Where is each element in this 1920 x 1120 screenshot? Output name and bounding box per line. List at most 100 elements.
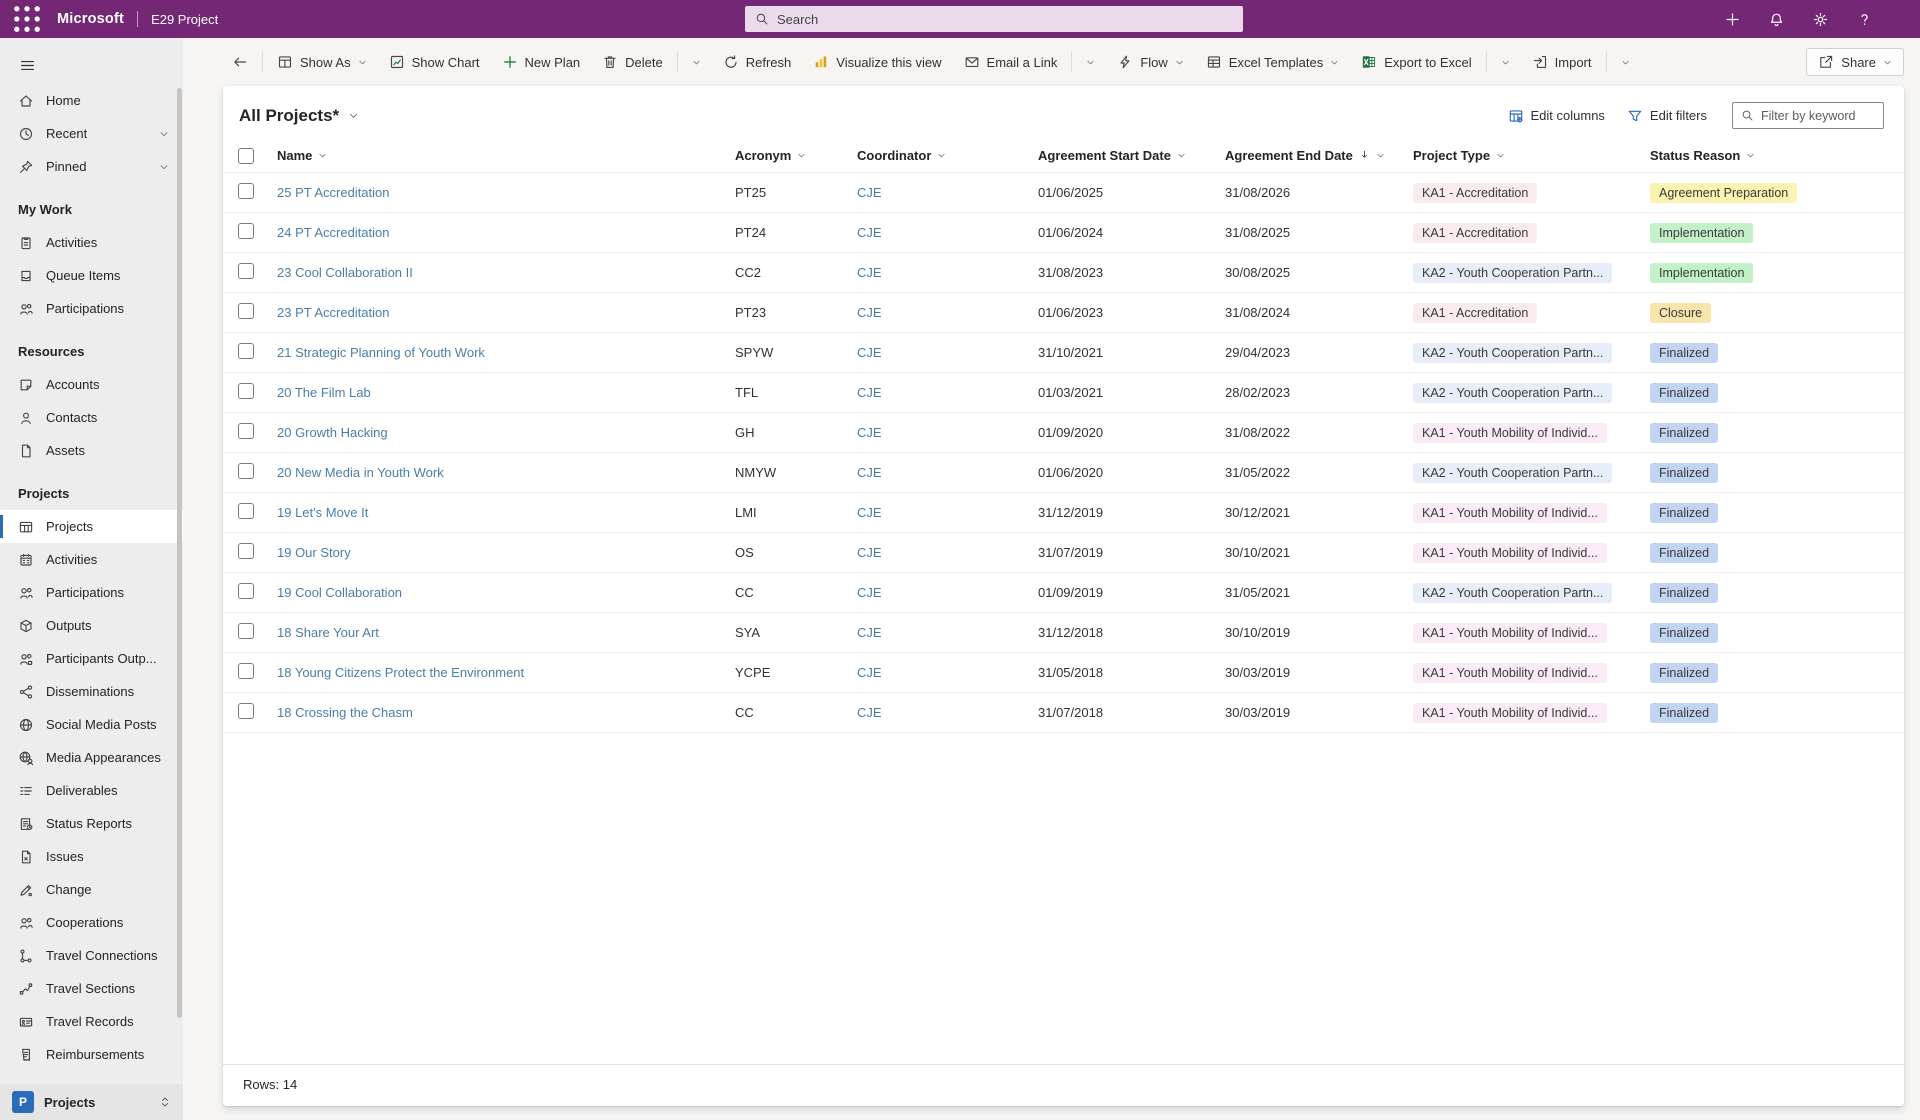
coordinator-link[interactable]: CJE <box>857 585 882 600</box>
toolbar-show-chart-button[interactable]: Show Chart <box>378 48 491 76</box>
sidebar-item-contacts[interactable]: Contacts <box>0 401 183 434</box>
table-row[interactable]: 19 Cool CollaborationCCCJE01/09/201931/0… <box>223 573 1904 613</box>
sidebar-item-assets[interactable]: Assets <box>0 434 183 467</box>
column-header-name[interactable]: Name <box>269 148 735 163</box>
coordinator-link[interactable]: CJE <box>857 425 882 440</box>
toolbar-overflow-button[interactable] <box>1610 52 1641 73</box>
sidebar-item-deliverables[interactable]: Deliverables <box>0 774 183 807</box>
select-all-checkbox[interactable] <box>238 148 254 164</box>
row-checkbox[interactable] <box>238 463 254 479</box>
coordinator-link[interactable]: CJE <box>857 345 882 360</box>
table-row[interactable]: 20 The Film LabTFLCJE01/03/202128/02/202… <box>223 373 1904 413</box>
project-name-link[interactable]: 21 Strategic Planning of Youth Work <box>277 345 485 360</box>
sidebar-item-outputs[interactable]: Outputs <box>0 609 183 642</box>
coordinator-link[interactable]: CJE <box>857 225 882 240</box>
sidebar-item-recent[interactable]: Recent <box>0 117 183 150</box>
sidebar-item-home[interactable]: Home <box>0 84 183 117</box>
toolbar-flow-button[interactable]: Flow <box>1106 48 1194 76</box>
coordinator-link[interactable]: CJE <box>857 545 882 560</box>
toolbar-new-plan-button[interactable]: New Plan <box>491 48 592 76</box>
project-name-link[interactable]: 19 Our Story <box>277 545 351 560</box>
coordinator-link[interactable]: CJE <box>857 625 882 640</box>
sidebar-item-status-reports[interactable]: Status Reports <box>0 807 183 840</box>
table-row[interactable]: 23 PT AccreditationPT23CJE01/06/202331/0… <box>223 293 1904 333</box>
row-checkbox[interactable] <box>238 423 254 439</box>
back-button[interactable] <box>223 48 257 76</box>
edit-columns-button[interactable]: Edit columns <box>1499 104 1614 128</box>
filter-by-keyword-input[interactable]: Filter by keyword <box>1732 102 1884 129</box>
table-row[interactable]: 18 Share Your ArtSYACJE31/12/201830/10/2… <box>223 613 1904 653</box>
project-name-link[interactable]: 20 The Film Lab <box>277 385 371 400</box>
app-name[interactable]: E29 Project <box>151 12 218 27</box>
toolbar-overflow-button[interactable] <box>1490 52 1521 73</box>
notifications-bell-icon[interactable] <box>1760 3 1792 35</box>
table-row[interactable]: 20 Growth HackingGHCJE01/09/202031/08/20… <box>223 413 1904 453</box>
row-checkbox[interactable] <box>238 703 254 719</box>
toolbar-show-as-button[interactable]: Show As <box>266 48 378 76</box>
sidebar-item-reimbursements[interactable]: Reimbursements <box>0 1038 183 1071</box>
coordinator-link[interactable]: CJE <box>857 665 882 680</box>
project-name-link[interactable]: 23 Cool Collaboration II <box>277 265 413 280</box>
area-switcher[interactable]: P Projects <box>0 1084 183 1120</box>
row-checkbox[interactable] <box>238 503 254 519</box>
toolbar-excel-templates-button[interactable]: Excel Templates <box>1195 48 1350 76</box>
column-header-acronym[interactable]: Acronym <box>735 148 857 163</box>
column-header-agreement-end-date[interactable]: Agreement End Date <box>1225 148 1413 163</box>
sidebar-item-pinned[interactable]: Pinned <box>0 150 183 183</box>
table-row[interactable]: 21 Strategic Planning of Youth WorkSPYWC… <box>223 333 1904 373</box>
sidebar-item-change[interactable]: Change <box>0 873 183 906</box>
row-checkbox[interactable] <box>238 623 254 639</box>
table-row[interactable]: 18 Young Citizens Protect the Environmen… <box>223 653 1904 693</box>
edit-filters-button[interactable]: Edit filters <box>1618 104 1716 128</box>
table-row[interactable]: 19 Let's Move ItLMICJE31/12/201930/12/20… <box>223 493 1904 533</box>
toolbar-refresh-button[interactable]: Refresh <box>712 48 803 76</box>
row-checkbox[interactable] <box>238 583 254 599</box>
project-name-link[interactable]: 25 PT Accreditation <box>277 185 390 200</box>
sidebar-item-participations[interactable]: Participations <box>0 576 183 609</box>
row-checkbox[interactable] <box>238 383 254 399</box>
sidebar-item-social-media-posts[interactable]: Social Media Posts <box>0 708 183 741</box>
view-selector[interactable]: All Projects* <box>239 106 359 126</box>
new-record-plus-icon[interactable] <box>1716 3 1748 35</box>
sidebar-item-accounts[interactable]: Accounts <box>0 368 183 401</box>
table-row[interactable]: 25 PT AccreditationPT25CJE01/06/202531/0… <box>223 173 1904 213</box>
coordinator-link[interactable]: CJE <box>857 705 882 720</box>
row-checkbox[interactable] <box>238 223 254 239</box>
sidebar-item-cooperations[interactable]: Cooperations <box>0 906 183 939</box>
column-header-status-reason[interactable]: Status Reason <box>1650 148 1904 163</box>
global-search-input[interactable]: Search <box>745 6 1243 32</box>
waffle-icon[interactable] <box>10 2 44 36</box>
sidebar-item-disseminations[interactable]: Disseminations <box>0 675 183 708</box>
project-name-link[interactable]: 19 Cool Collaboration <box>277 585 402 600</box>
sidebar-item-travel-sections[interactable]: Travel Sections <box>0 972 183 1005</box>
project-name-link[interactable]: 19 Let's Move It <box>277 505 368 520</box>
sidebar-item-projects[interactable]: Projects <box>0 510 183 543</box>
table-row[interactable]: 23 Cool Collaboration IICC2CJE31/08/2023… <box>223 253 1904 293</box>
project-name-link[interactable]: 23 PT Accreditation <box>277 305 390 320</box>
toolbar-delete-button[interactable]: Delete <box>591 48 674 76</box>
row-checkbox[interactable] <box>238 263 254 279</box>
toolbar-overflow-button[interactable] <box>1075 52 1106 73</box>
project-name-link[interactable]: 24 PT Accreditation <box>277 225 390 240</box>
sidebar-item-queue-items[interactable]: Queue Items <box>0 259 183 292</box>
toolbar-visualize-this-view-button[interactable]: Visualize this view <box>802 48 952 76</box>
table-row[interactable]: 20 New Media in Youth WorkNMYWCJE01/06/2… <box>223 453 1904 493</box>
sidebar-scrollbar[interactable] <box>177 88 182 1018</box>
coordinator-link[interactable]: CJE <box>857 385 882 400</box>
sidebar-item-travel-records[interactable]: Travel Records <box>0 1005 183 1038</box>
column-header-coordinator[interactable]: Coordinator <box>857 148 1038 163</box>
toolbar-import-button[interactable]: Import <box>1521 48 1603 76</box>
coordinator-link[interactable]: CJE <box>857 265 882 280</box>
project-name-link[interactable]: 18 Young Citizens Protect the Environmen… <box>277 665 524 680</box>
column-header-agreement-start-date[interactable]: Agreement Start Date <box>1038 148 1225 163</box>
coordinator-link[interactable]: CJE <box>857 305 882 320</box>
table-row[interactable]: 24 PT AccreditationPT24CJE01/06/202431/0… <box>223 213 1904 253</box>
share-button[interactable]: Share <box>1806 48 1904 76</box>
sidebar-item-activities[interactable]: Activities <box>0 543 183 576</box>
project-name-link[interactable]: 18 Crossing the Chasm <box>277 705 413 720</box>
row-checkbox[interactable] <box>238 303 254 319</box>
microsoft-logo[interactable]: Microsoft <box>57 11 124 27</box>
hamburger-menu-icon[interactable] <box>10 48 44 82</box>
sidebar-item-issues[interactable]: Issues <box>0 840 183 873</box>
table-row[interactable]: 18 Crossing the ChasmCCCJE31/07/201830/0… <box>223 693 1904 733</box>
